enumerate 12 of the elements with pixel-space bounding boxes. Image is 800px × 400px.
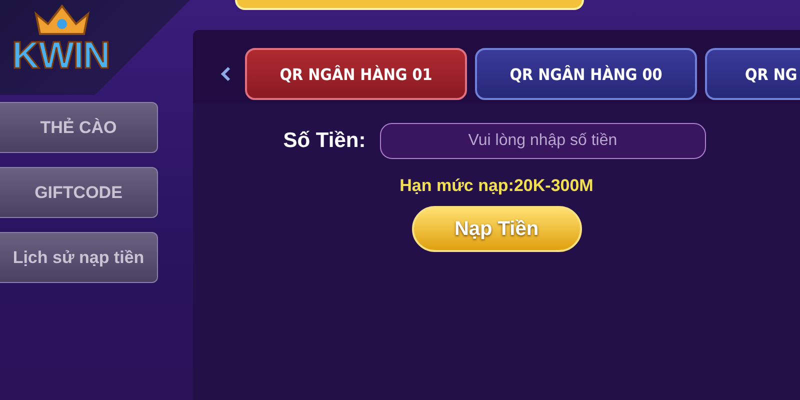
tab[interactable]: QR NGÂN HÀNG 01	[245, 48, 467, 100]
amount-field[interactable]: Vui lòng nhập số tiền	[380, 123, 706, 159]
tab[interactable]: QR NGÂN HÀNG 00	[475, 48, 697, 100]
tab[interactable]: QR NG	[705, 48, 800, 100]
logo-text: KWIN	[12, 36, 110, 76]
amount-label: Số Tiền:	[283, 129, 366, 153]
sidebar-item[interactable]: Lịch sử nạp tiền	[0, 232, 158, 283]
limit-text: Hạn mức nạp:20K-300M	[400, 176, 594, 196]
sidebar-item[interactable]: THẺ CÀO	[0, 102, 158, 153]
chevron-left-icon[interactable]	[221, 66, 231, 82]
sidebar-item[interactable]: GIFTCODE	[0, 167, 158, 218]
crown-icon	[32, 2, 92, 36]
